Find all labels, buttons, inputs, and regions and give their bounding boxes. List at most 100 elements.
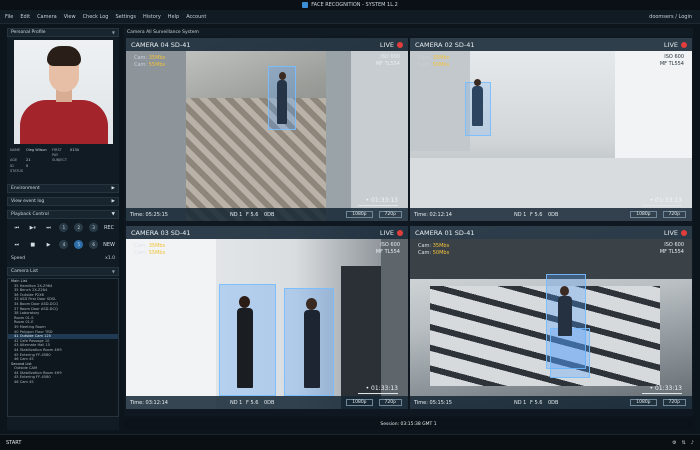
title-bar: FACE RECOGNITION - SYSTEM 1L.2	[0, 0, 700, 10]
camera-iso: ISO 600 MF TL554	[660, 54, 684, 68]
bitrate-value: 50Mbs	[432, 62, 450, 68]
rec-button[interactable]: REC	[104, 223, 114, 232]
info-label: STATUS	[10, 168, 24, 173]
network-icon[interactable]: ⇅	[682, 440, 686, 446]
cam-5-button[interactable]: 5	[74, 240, 84, 250]
bitrate-value: 35Mbs	[432, 243, 450, 249]
camera-stats: Cam: 35Mbs Cam: 50Mbs	[418, 55, 449, 69]
settings-icon[interactable]: ⚙	[672, 440, 676, 446]
live-label: LIVE	[379, 228, 394, 237]
app-title: FACE RECOGNITION - SYSTEM 1L.2	[311, 2, 398, 8]
stop-button[interactable]: ■	[28, 240, 38, 249]
cam-6-button[interactable]: 6	[89, 240, 99, 250]
user-login[interactable]: doomsers / Login	[649, 14, 692, 20]
start-button[interactable]: START	[6, 440, 21, 446]
profile-info: NAME Oleg Wilson FIRST PAY 0134 AGE 21 S…	[7, 144, 119, 174]
playback-control-label: Playback Control	[11, 212, 49, 218]
playback-control-dropdown[interactable]: Playback Control ▼	[7, 210, 119, 220]
chevron-right-icon: ▶	[111, 186, 115, 192]
res-720-button[interactable]: 720p	[662, 211, 686, 218]
res-1080-button[interactable]: 1080p	[630, 399, 657, 406]
f-value: F 5.6	[246, 211, 259, 218]
menu-account[interactable]: Account	[186, 14, 206, 20]
camera-list-header[interactable]: Camera List ▼	[7, 267, 119, 277]
menu-check-log[interactable]: Check Log	[83, 14, 109, 20]
timecode: • 01:33:13	[365, 385, 398, 392]
menu-camera[interactable]: Camera	[37, 14, 57, 20]
nd-value: ND 1	[514, 399, 527, 406]
view-event-log-dropdown[interactable]: View event log ▶	[7, 197, 119, 207]
info-label: FIRST PAY	[52, 148, 62, 158]
camera-feed-02[interactable]: CAMERA 02 SD-41 LIVE Cam: 35Mbs Cam: 50M…	[410, 38, 692, 221]
menu-edit[interactable]: Edit	[20, 14, 30, 20]
menu-history[interactable]: History	[143, 14, 161, 20]
cam-label: Cam:	[134, 250, 148, 256]
cam-1-button[interactable]: 1	[59, 223, 69, 233]
mf-value: MF TL554	[375, 61, 400, 67]
camera-iso: ISO 600 MF TL554	[660, 242, 684, 256]
camera-iso: ISO 600 MF TL554	[376, 242, 400, 256]
res-1080-button[interactable]: 1080p	[346, 399, 373, 406]
camera-footer: Time: 05:25:15 ND 1 F 5.6 0DB 1080p 720p	[126, 208, 408, 221]
live-dot-icon	[681, 229, 687, 236]
volume-icon[interactable]: ♪	[691, 440, 694, 446]
chevron-down-icon[interactable]: ▼	[112, 30, 115, 35]
play-pause-button[interactable]: ▶⏸	[28, 223, 38, 232]
skip-button[interactable]: ⏭	[12, 240, 22, 249]
play-button[interactable]: ▶	[44, 240, 54, 249]
transport-row-1: ⏮ ▶⏸ ⏭ 1 2 3 REC	[7, 219, 119, 236]
camera-list[interactable]: Main List 35 Hamilton 2X-Z964 35 Bench 2X-…	[7, 278, 119, 418]
rewind-button[interactable]: ⏮	[12, 223, 22, 232]
speed-control[interactable]: Speed x1.0	[7, 253, 119, 264]
camera-feed-04[interactable]: CAMERA 04 SD-41 LIVE Cam: 35Mbs Cam: 55M…	[126, 38, 408, 221]
environment-label: Environment	[11, 186, 40, 192]
res-1080-button[interactable]: 1080p	[630, 211, 657, 218]
info-value: 0134	[70, 148, 79, 152]
res-720-button[interactable]: 720p	[378, 211, 402, 218]
cam-4-button[interactable]: 4	[59, 240, 69, 250]
iso-value: ISO 600	[664, 54, 684, 60]
res-1080-button[interactable]: 1080p	[346, 211, 373, 218]
chevron-down-icon[interactable]: ▼	[112, 269, 115, 274]
timecode: • 01:33:13	[365, 197, 398, 204]
left-panel: Personal Profile ▼ NAME Oleg Wilson FIRS…	[7, 28, 119, 430]
cam-3-button[interactable]: 3	[89, 223, 99, 233]
nd-value: ND 1	[230, 211, 243, 218]
camera-feed-01[interactable]: CAMERA 01 SD-41 LIVE Cam: 35Mbs Cam: 50M…	[410, 226, 692, 409]
nd-value: ND 1	[514, 211, 527, 218]
menu-help[interactable]: Help	[168, 14, 179, 20]
live-label: LIVE	[663, 40, 678, 49]
camera-feed-03[interactable]: CAMERA 03 SD-41 LIVE Cam: 35Mbs Cam: 55M…	[126, 226, 408, 409]
bitrate-value: 35Mbs	[148, 55, 166, 61]
session-text: Session: 03:15:38 GMT 1	[380, 421, 437, 427]
bitrate-value: 55Mbs	[148, 62, 166, 68]
bitrate-value: 55Mbs	[148, 250, 166, 256]
chevron-right-icon: ▶	[111, 199, 115, 205]
live-label: LIVE	[379, 40, 394, 49]
camera-footer: Time: 05:15:15 ND 1 F 5.6 0DB 1080p 720p	[410, 396, 692, 409]
cam-label: Cam:	[134, 62, 148, 68]
camera-list-item[interactable]: 46 Cam 45	[8, 380, 118, 385]
profile-header[interactable]: Personal Profile ▼	[7, 28, 119, 37]
cam-label: Cam:	[418, 55, 432, 61]
speed-value: x1.0	[105, 256, 115, 262]
bitrate-value: 35Mbs	[432, 55, 450, 61]
menu-file[interactable]: File	[5, 14, 13, 20]
cam-2-button[interactable]: 2	[74, 223, 84, 233]
new-button[interactable]: NEW	[103, 240, 115, 249]
res-720-button[interactable]: 720p	[378, 399, 402, 406]
res-720-button[interactable]: 720p	[662, 399, 686, 406]
iso-value: ISO 600	[380, 242, 400, 248]
app-icon	[302, 2, 309, 8]
forward-button[interactable]: ⏭	[44, 223, 54, 232]
camera-list-title: Camera List	[11, 269, 38, 275]
db-value: 0DB	[264, 211, 275, 218]
menu-view[interactable]: View	[64, 14, 76, 20]
menu-settings[interactable]: Settings	[115, 14, 136, 20]
view-event-log-label: View event log	[11, 199, 45, 205]
live-dot-icon	[397, 229, 403, 236]
camera-stats: Cam: 35Mbs Cam: 50Mbs	[418, 243, 449, 257]
environment-dropdown[interactable]: Environment ▶	[7, 184, 119, 194]
mf-value: MF TL554	[659, 249, 684, 255]
info-value: Oleg Wilson	[26, 148, 47, 152]
